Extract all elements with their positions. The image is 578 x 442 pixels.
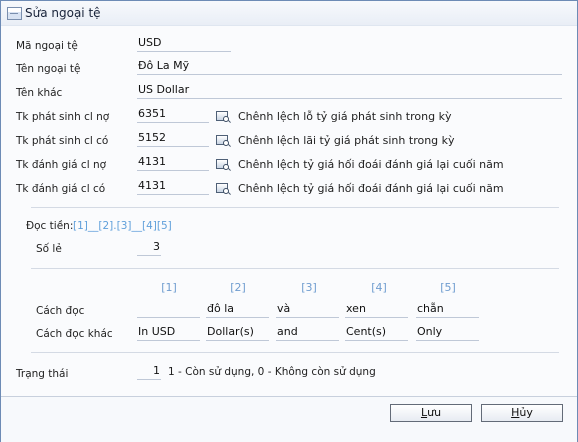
reading-label: Cách đọc (36, 305, 85, 317)
account-field[interactable]: 5152 (137, 130, 209, 147)
window-title: Sửa ngoại tệ (25, 6, 101, 20)
account-description: Chênh lệch tỷ giá hối đoái đánh giá lại … (238, 182, 504, 195)
separator (31, 268, 559, 269)
other-reading-field-4[interactable]: Cent(s) (345, 324, 408, 341)
reading-field-2[interactable]: đô la (206, 301, 269, 318)
read-money-label: Đọc tiền: (26, 220, 74, 232)
edit-currency-window: Sửa ngoại tệ Mã ngoại tệ USD Tên ngoại t… (0, 0, 578, 442)
reading-field-1[interactable] (137, 301, 200, 318)
column-heading-1: [1] (161, 281, 177, 294)
account-label: Tk đánh giá cl có (16, 183, 106, 195)
decimal-places-field[interactable]: 3 (137, 239, 161, 256)
reading-field-4[interactable]: xen (345, 301, 408, 318)
column-heading-3: [3] (301, 281, 317, 294)
lookup-icon[interactable] (216, 159, 231, 171)
other-reading-label: Cách đọc khác (36, 328, 113, 340)
currency-name-label: Tên ngoại tệ (16, 63, 81, 75)
other-reading-field-5[interactable]: Only (416, 324, 479, 341)
account-label: Tk phát sinh cl có (16, 135, 109, 147)
read-money-pattern[interactable]: [1]__[2].[3]__[4][5] (73, 220, 172, 232)
status-field[interactable]: 1 (137, 363, 161, 380)
separator (31, 352, 559, 353)
account-field[interactable]: 6351 (137, 106, 209, 123)
account-description: Chênh lệch lỗ tỷ giá phát sinh trong kỳ (238, 110, 452, 123)
other-reading-field-2[interactable]: Dollar(s) (206, 324, 269, 341)
lookup-icon[interactable] (216, 135, 231, 147)
column-heading-4: [4] (371, 281, 387, 294)
lookup-icon[interactable] (216, 183, 231, 195)
form-icon (7, 7, 22, 20)
status-label: Trạng thái (16, 368, 69, 380)
reading-field-3[interactable]: và (276, 301, 339, 318)
separator (31, 207, 559, 208)
currency-name-field[interactable]: Đô La Mỹ (137, 58, 562, 75)
column-heading-2: [2] (230, 281, 246, 294)
cancel-button[interactable]: Hủy (481, 404, 563, 422)
account-field[interactable]: 4131 (137, 154, 209, 171)
account-field[interactable]: 4131 (137, 178, 209, 195)
currency-code-field[interactable]: USD (137, 35, 231, 52)
other-reading-field-3[interactable]: and (276, 324, 339, 341)
account-label: Tk đánh giá cl nợ (16, 159, 107, 171)
save-button[interactable]: Lưu (390, 404, 472, 422)
decimal-places-label: Số lẻ (36, 243, 62, 255)
lookup-icon[interactable] (216, 111, 231, 123)
title-bar: Sửa ngoại tệ (1, 1, 577, 26)
account-description: Chênh lệch tỷ giá hối đoái đánh giá lại … (238, 158, 504, 171)
account-description: Chênh lệch lãi tỷ giá phát sinh trong kỳ (238, 134, 455, 147)
reading-field-5[interactable]: chẵn (416, 301, 479, 318)
other-name-label: Tên khác (16, 87, 63, 99)
column-heading-5: [5] (440, 281, 456, 294)
other-name-field[interactable]: US Dollar (137, 82, 562, 99)
other-reading-field-1[interactable]: In USD (137, 324, 200, 341)
status-hint: 1 - Còn sử dụng, 0 - Không còn sử dụng (168, 366, 376, 378)
currency-code-label: Mã ngoại tệ (16, 40, 78, 52)
account-label: Tk phát sinh cl nợ (16, 111, 110, 123)
